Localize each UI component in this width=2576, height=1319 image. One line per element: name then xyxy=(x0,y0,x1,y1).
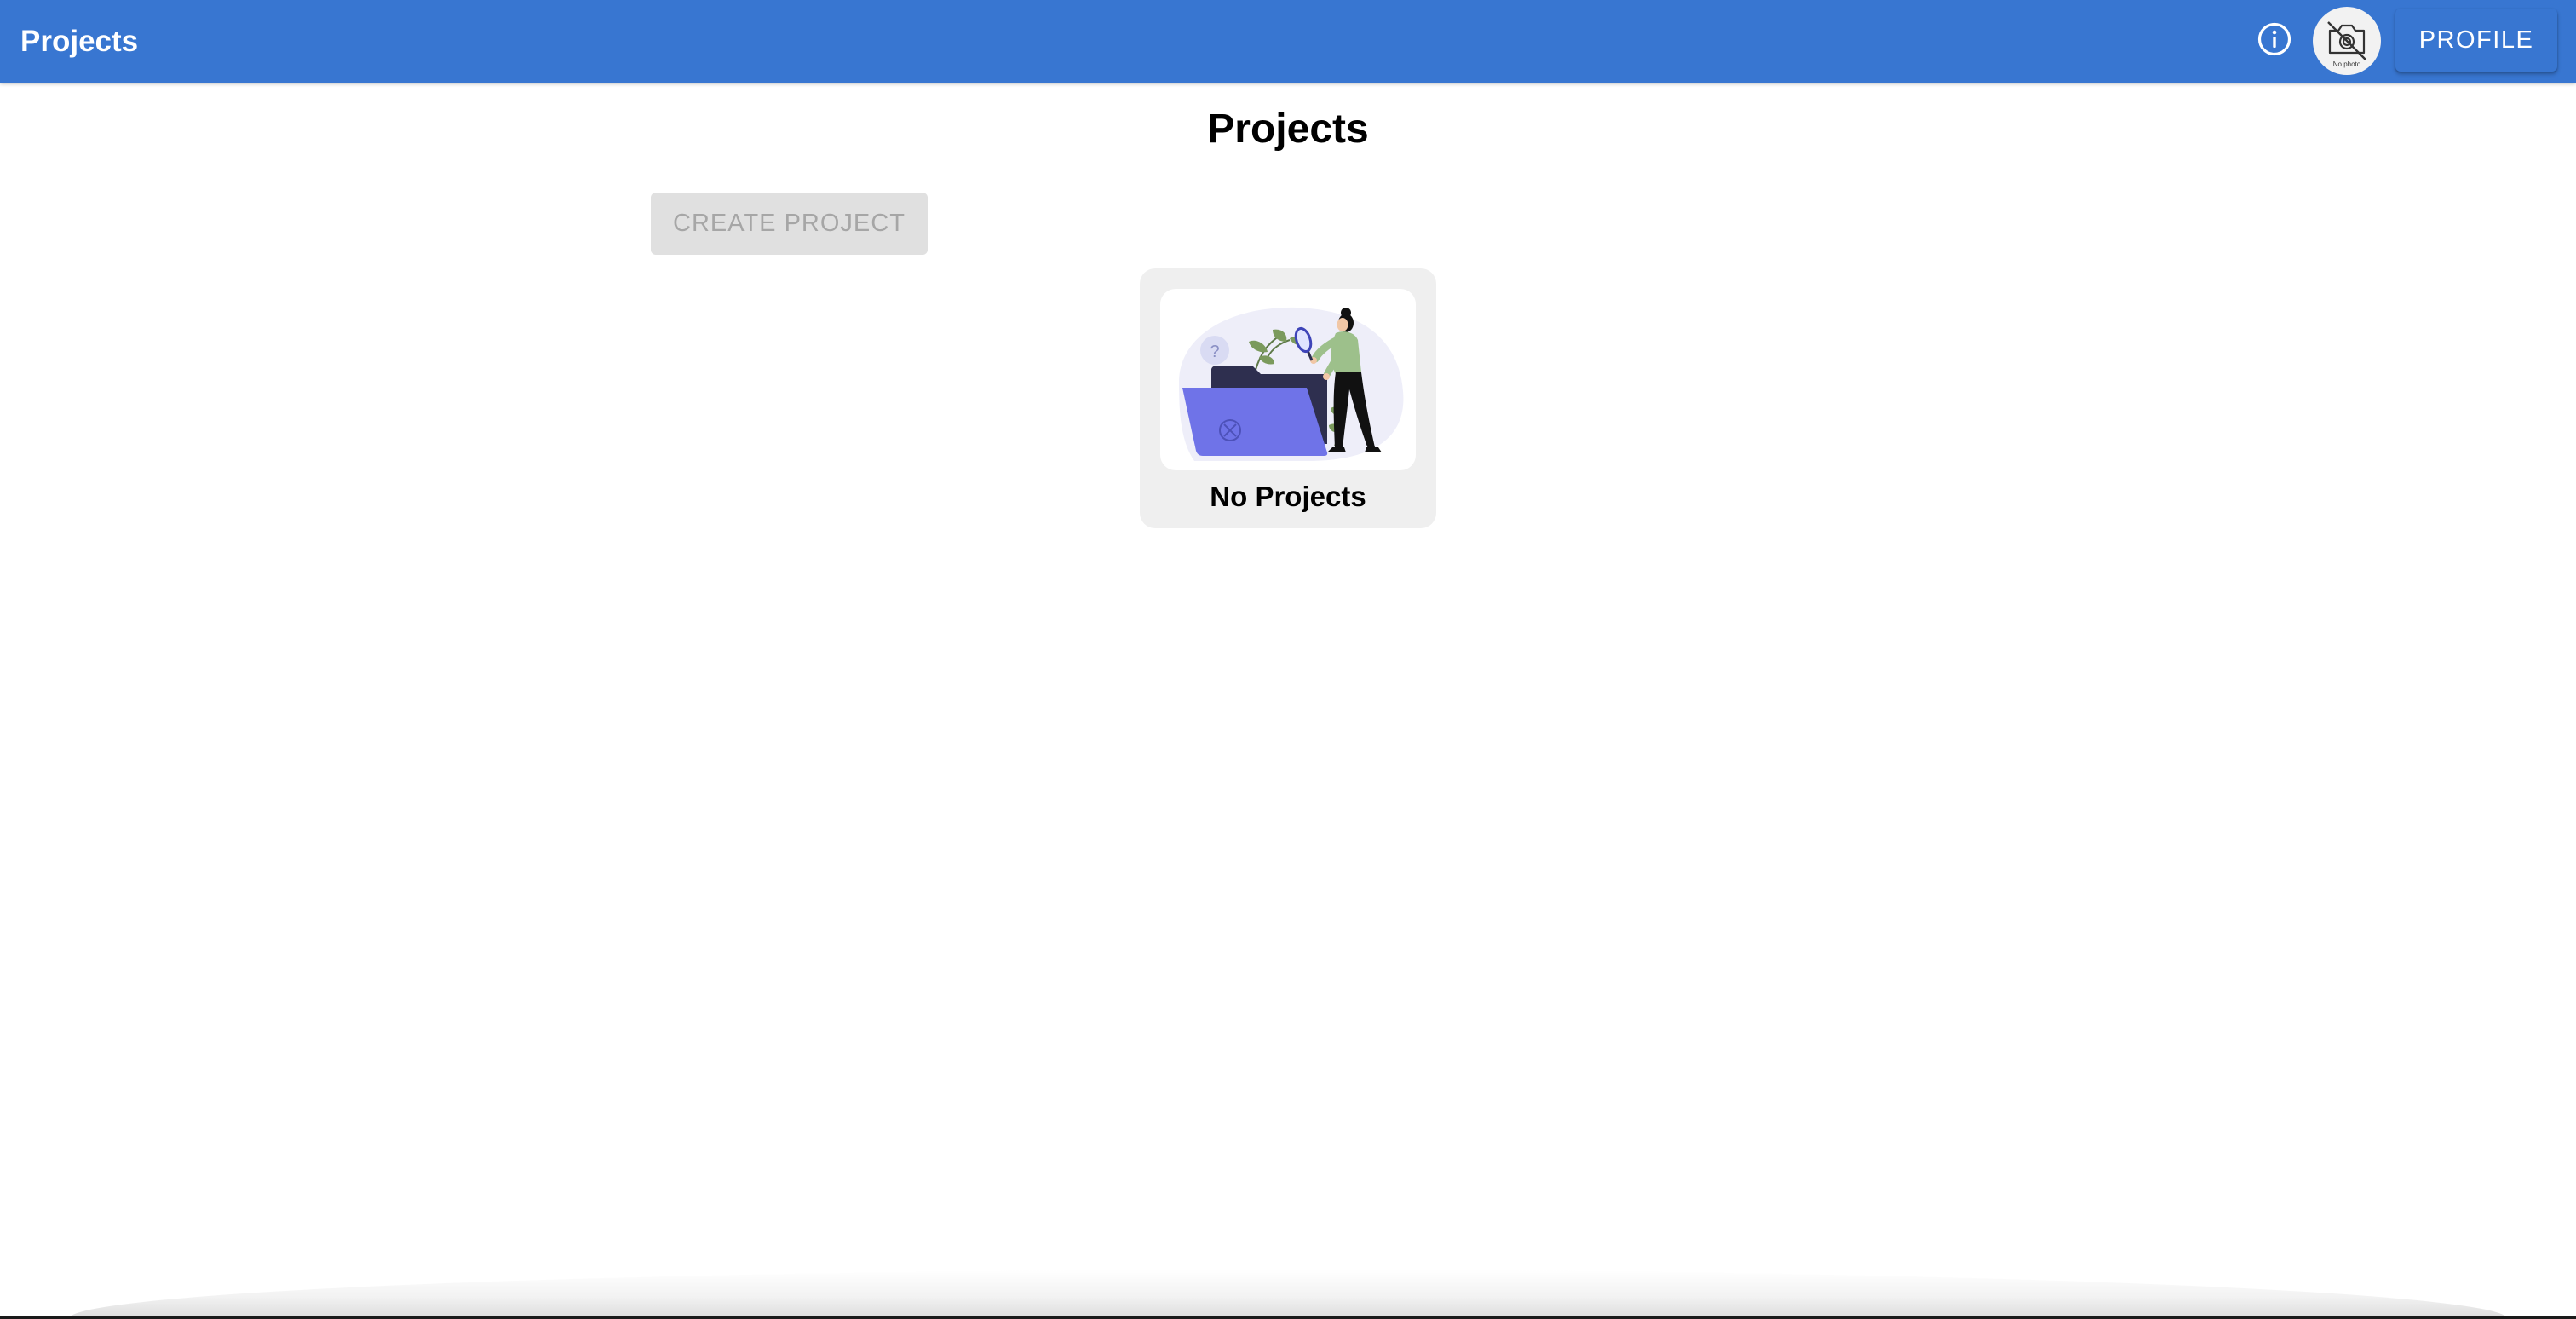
no-photo-camera-icon: No photo xyxy=(2327,21,2366,68)
illustration-frame: ? xyxy=(1160,289,1416,470)
svg-text:?: ? xyxy=(1210,343,1219,361)
page: Projects No photo PROFILE Projects CREAT… xyxy=(0,0,2576,1319)
empty-state-card: ? No Projects xyxy=(1140,268,1436,528)
bottom-shadow xyxy=(68,1270,2508,1319)
page-title: Projects xyxy=(1207,107,1369,152)
info-icon xyxy=(2257,22,2291,56)
profile-button[interactable]: PROFILE xyxy=(2395,9,2557,72)
create-project-button[interactable]: CREATE PROJECT xyxy=(651,193,928,255)
app-title: Projects xyxy=(20,25,139,58)
empty-folder-search-illustration: ? xyxy=(1179,307,1404,461)
bottom-edge xyxy=(0,1316,2576,1319)
avatar-caption: No photo xyxy=(2333,60,2361,68)
app-bar: Projects No photo PROFILE xyxy=(0,0,2576,83)
info-button[interactable] xyxy=(2254,19,2295,60)
avatar[interactable]: No photo xyxy=(2313,7,2381,75)
empty-state-label: No Projects xyxy=(1210,481,1366,512)
